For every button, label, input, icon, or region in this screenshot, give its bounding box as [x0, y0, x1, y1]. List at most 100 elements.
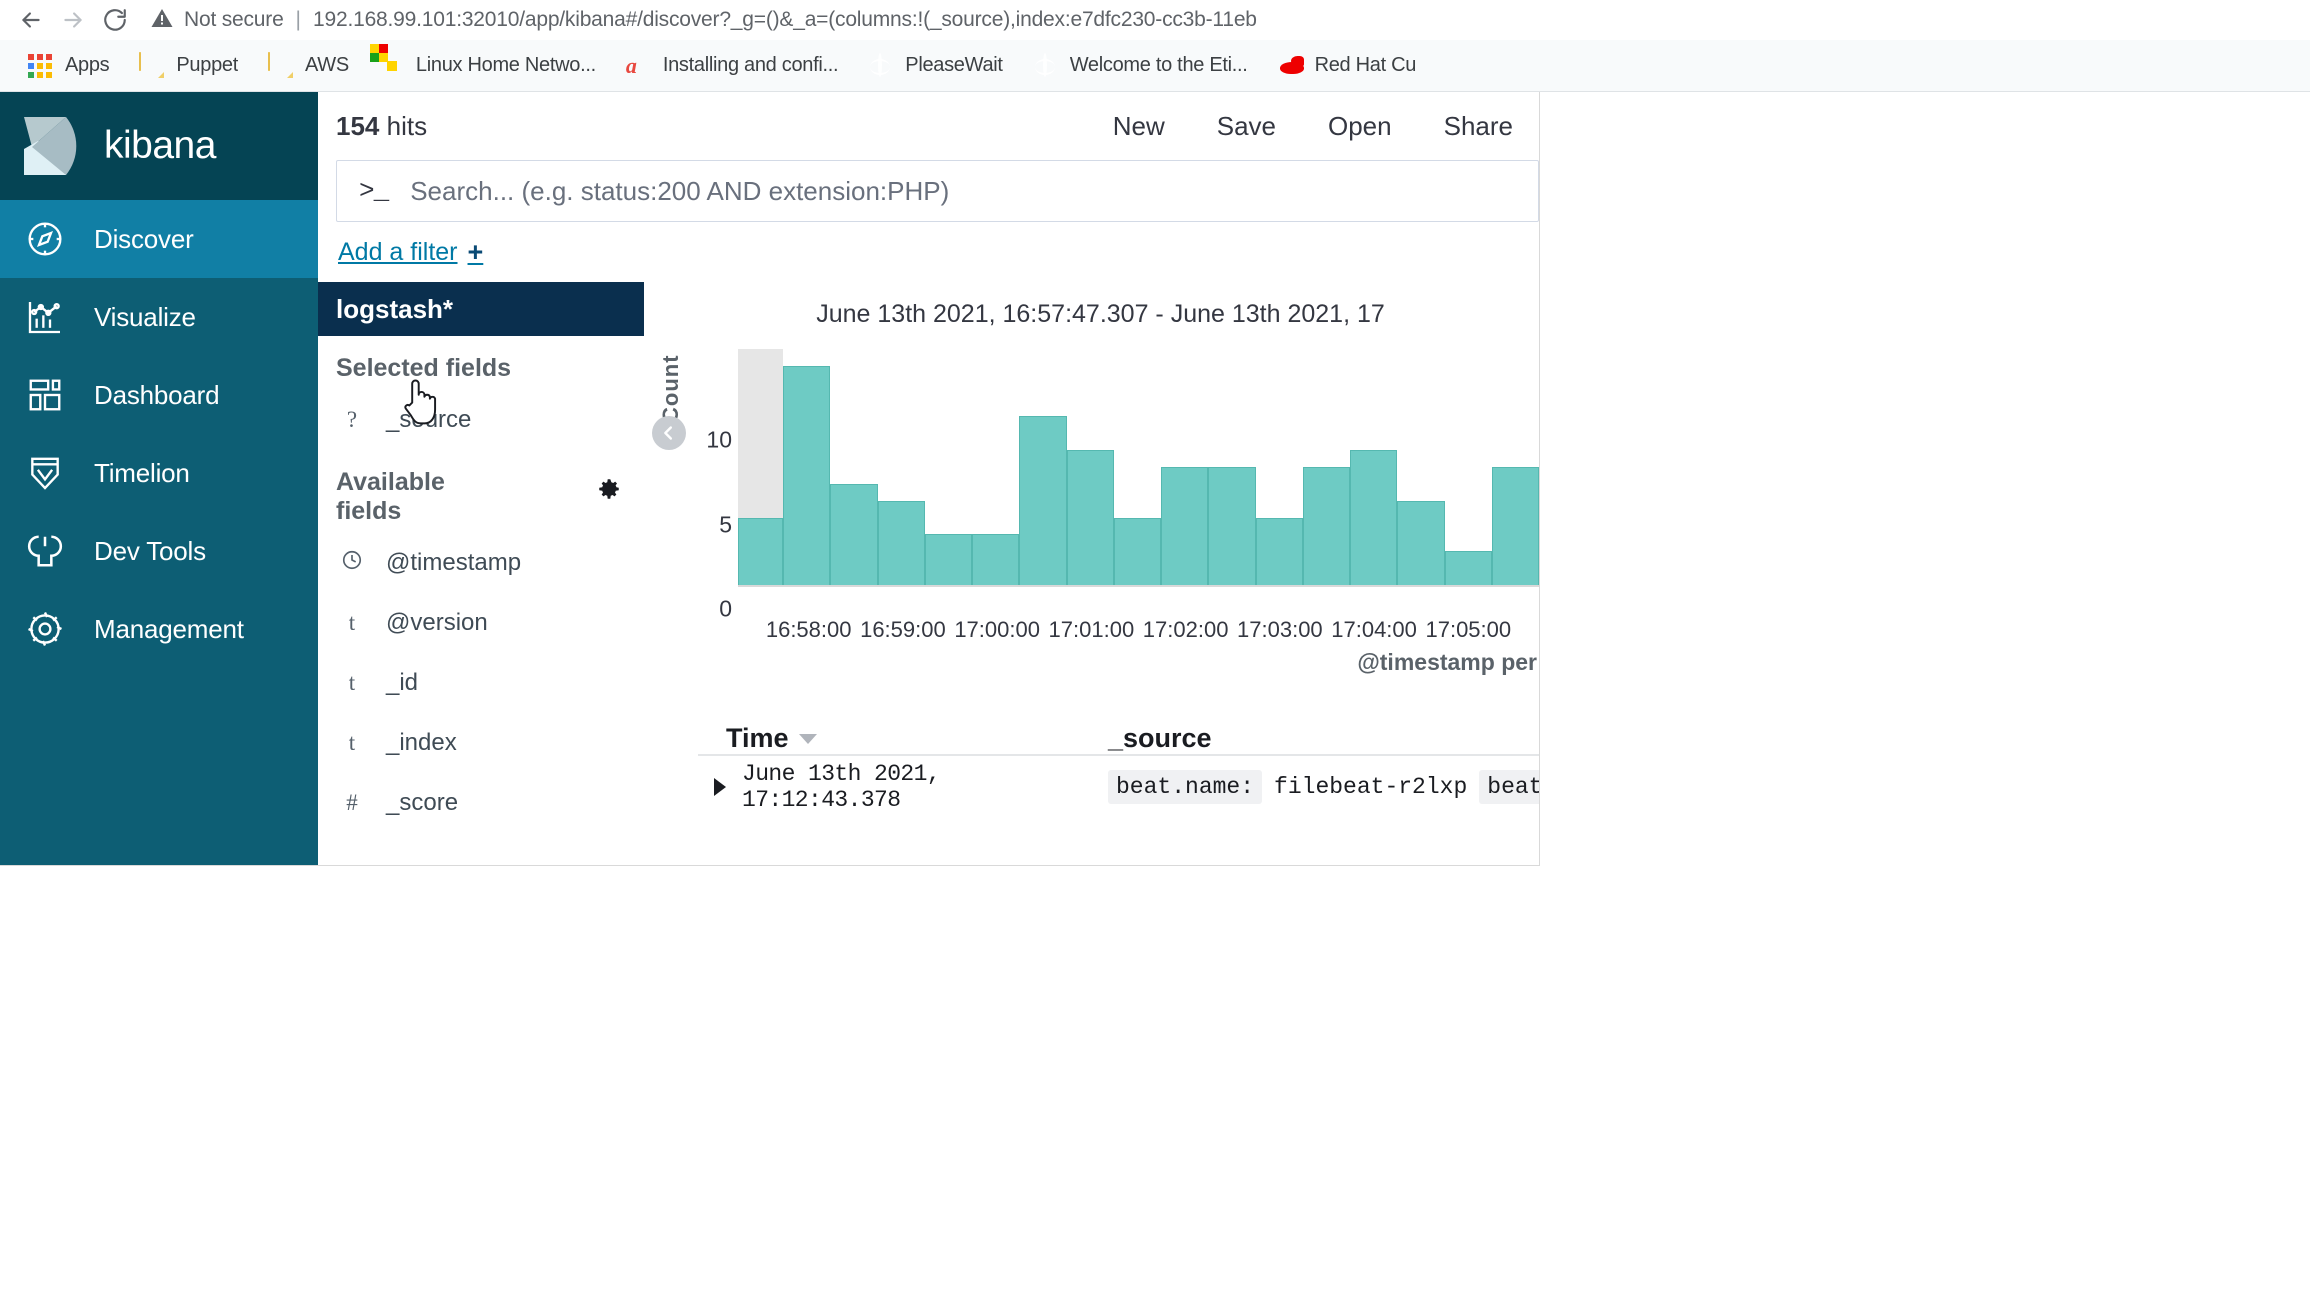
- histogram-bar[interactable]: [1161, 467, 1208, 585]
- histogram-bar[interactable]: [1256, 518, 1303, 585]
- expand-row-button[interactable]: [698, 778, 742, 796]
- histogram-bar[interactable]: [1397, 501, 1444, 585]
- field-item-id[interactable]: t _id: [318, 653, 644, 713]
- histogram-bar[interactable]: [1114, 518, 1161, 585]
- field-name: _id: [386, 669, 418, 697]
- bookmark-label: Installing and confi...: [663, 54, 838, 77]
- sidebar-item-dashboard[interactable]: Dashboard: [0, 356, 318, 434]
- chart-x-axis-label: @timestamp per: [662, 649, 1539, 676]
- gear-icon[interactable]: [596, 476, 622, 507]
- column-header-source[interactable]: _source: [1108, 723, 1212, 754]
- field-type-date-icon: [340, 549, 364, 577]
- bookmark-welcome-to-the-eti[interactable]: Welcome to the Eti...: [1021, 46, 1260, 86]
- kibana-body: logstash* Selected fields ? _source Avai…: [318, 282, 1539, 865]
- histogram-bar[interactable]: [1350, 450, 1397, 585]
- field-item-timestamp[interactable]: @timestamp: [318, 533, 644, 593]
- redhat-icon: [1278, 53, 1304, 79]
- chevron-left-circle-icon[interactable]: [652, 416, 686, 450]
- histogram-bar[interactable]: [738, 518, 783, 585]
- hits-number: 154: [336, 111, 379, 141]
- bookmark-installing-and-configuring[interactable]: a Installing and confi...: [614, 46, 850, 86]
- add-filter-link[interactable]: Add a filter +: [338, 237, 483, 268]
- kibana-logo[interactable]: kibana: [0, 92, 318, 200]
- sidebar-item-timelion[interactable]: Timelion: [0, 434, 318, 512]
- warning-triangle-icon[interactable]: [150, 6, 174, 35]
- url-omnibox[interactable]: Not secure | 192.168.99.101:32010/app/ki…: [136, 2, 2300, 38]
- histogram-bar[interactable]: [878, 501, 925, 585]
- table-row[interactable]: June 13th 2021, 17:12:43.378 beat.name: …: [698, 756, 1539, 818]
- gear-icon: [22, 606, 68, 652]
- browser-chrome: Not secure | 192.168.99.101:32010/app/ki…: [0, 0, 2310, 92]
- source-field-key: beat.name:: [1108, 770, 1262, 804]
- apps-grid-icon: [28, 53, 54, 79]
- bookmark-label: Welcome to the Eti...: [1070, 54, 1248, 77]
- chart-y-tick: 10: [706, 427, 732, 454]
- save-button[interactable]: Save: [1191, 111, 1302, 142]
- histogram-chart: Count 0510: [662, 351, 1539, 611]
- bookmark-label: Puppet: [176, 54, 238, 77]
- share-button[interactable]: Share: [1418, 111, 1539, 142]
- search-input[interactable]: Search... (e.g. status:200 AND extension…: [410, 176, 949, 207]
- histogram-bar[interactable]: [1019, 416, 1066, 585]
- bookmark-aws[interactable]: AWS: [256, 46, 361, 86]
- open-button[interactable]: Open: [1302, 111, 1418, 142]
- histogram-bar[interactable]: [1208, 467, 1255, 585]
- filter-bar: Add a filter +: [318, 222, 1539, 282]
- kibana-logo-icon: [22, 115, 84, 177]
- field-item-source[interactable]: ? _source: [318, 390, 644, 450]
- chart-x-axis: 16:58:0016:59:0017:00:0017:01:0017:02:00…: [738, 611, 1539, 645]
- source-field-key: beat.ver: [1479, 770, 1539, 804]
- forward-arrow-icon[interactable]: [52, 2, 94, 38]
- sidebar-item-label: Timelion: [94, 458, 190, 489]
- histogram-bar[interactable]: [1303, 467, 1350, 585]
- histogram-bars[interactable]: [738, 351, 1539, 587]
- bookmark-red-hat-customer[interactable]: Red Hat Cu: [1266, 46, 1429, 86]
- bookmark-pleasewait[interactable]: PleaseWait: [856, 46, 1014, 86]
- histogram-bar[interactable]: [1067, 450, 1114, 585]
- sidebar-item-discover[interactable]: Discover: [0, 200, 318, 278]
- search-bar[interactable]: >_ Search... (e.g. status:200 AND extens…: [336, 160, 1539, 222]
- field-item-version[interactable]: t @version: [318, 593, 644, 653]
- bookmark-label: AWS: [305, 54, 349, 77]
- linux-icon: [379, 53, 405, 79]
- field-type-string-icon: t: [340, 730, 364, 756]
- field-item-score[interactable]: # _score: [318, 773, 644, 833]
- omnibox-separator: |: [296, 8, 301, 32]
- sidebar-item-label: Visualize: [94, 302, 196, 333]
- sidebar-item-label: Dev Tools: [94, 536, 206, 567]
- histogram-bar[interactable]: [783, 366, 830, 585]
- time-range-label[interactable]: June 13th 2021, 16:57:47.307 - June 13th…: [662, 282, 1539, 329]
- kibana-topbar: 154 hits New Save Open Share: [318, 92, 1539, 160]
- chart-x-tick: 17:03:00: [1237, 617, 1323, 643]
- new-button[interactable]: New: [1087, 111, 1191, 142]
- histogram-bar-partial-bucket[interactable]: [738, 349, 783, 585]
- index-pattern-selector[interactable]: logstash*: [318, 282, 644, 336]
- histogram-bar[interactable]: [1445, 551, 1492, 585]
- bookmark-apps[interactable]: Apps: [16, 46, 121, 86]
- sidebar-item-dev-tools[interactable]: Dev Tools: [0, 512, 318, 590]
- bookmark-puppet[interactable]: Puppet: [127, 46, 250, 86]
- sidebar-item-visualize[interactable]: Visualize: [0, 278, 318, 356]
- field-list-panel: logstash* Selected fields ? _source Avai…: [318, 282, 644, 865]
- bookmark-linux-home-network[interactable]: Linux Home Netwo...: [367, 46, 608, 86]
- url-text: 192.168.99.101:32010/app/kibana#/discove…: [313, 8, 1257, 32]
- chart-y-axis-label: Count: [658, 354, 684, 423]
- back-arrow-icon[interactable]: [10, 2, 52, 38]
- field-type-string-icon: t: [340, 670, 364, 696]
- sort-caret-down-icon[interactable]: [799, 734, 817, 744]
- kibana-brand-label: kibana: [104, 124, 216, 168]
- reload-icon[interactable]: [94, 2, 136, 38]
- sidebar-item-label: Discover: [94, 224, 194, 255]
- topbar-actions: New Save Open Share: [1087, 111, 1539, 142]
- histogram-bar[interactable]: [830, 484, 877, 585]
- sidebar-item-management[interactable]: Management: [0, 590, 318, 668]
- field-item-index[interactable]: t _index: [318, 713, 644, 773]
- bookmark-label: Red Hat Cu: [1315, 54, 1417, 77]
- folder-icon: [139, 53, 165, 79]
- bookmark-label: PleaseWait: [905, 54, 1002, 77]
- histogram-bar[interactable]: [1492, 467, 1539, 585]
- histogram-bar[interactable]: [925, 534, 972, 585]
- column-header-time[interactable]: Time: [698, 723, 1108, 754]
- field-name: @timestamp: [386, 549, 521, 577]
- histogram-bar[interactable]: [972, 534, 1019, 585]
